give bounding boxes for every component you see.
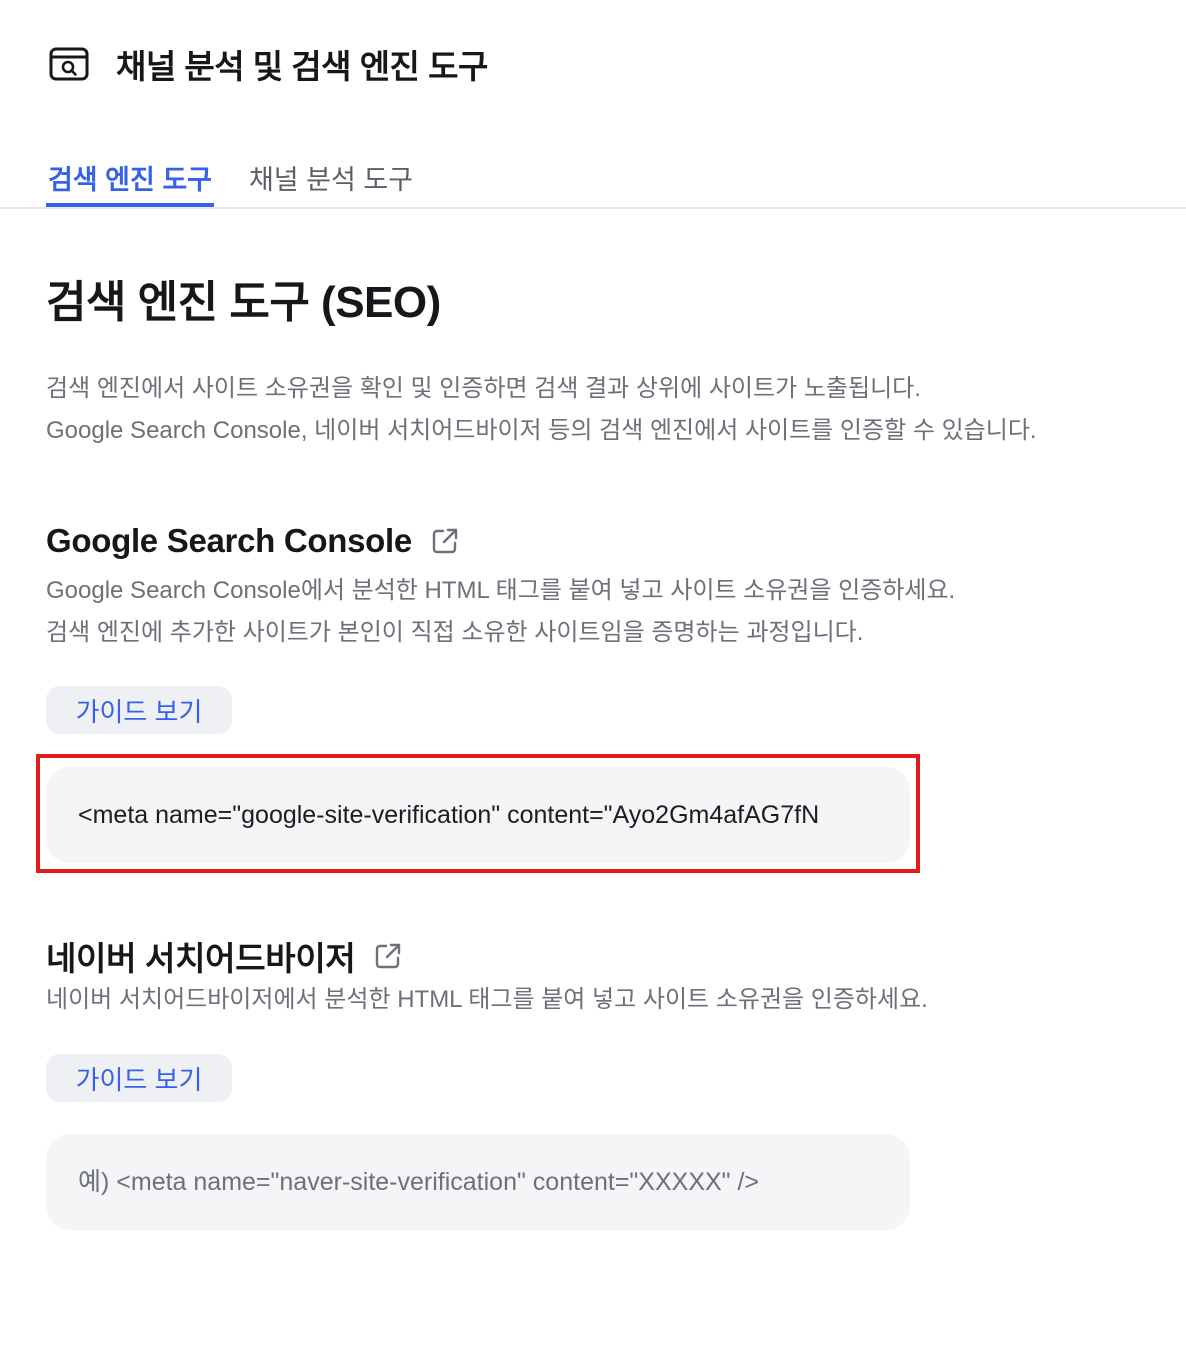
external-link-icon[interactable] (428, 524, 462, 558)
tab-search-engine-tools[interactable]: 검색 엔진 도구 (46, 150, 214, 207)
naver-section-title: 네이버 서치어드바이저 (46, 932, 405, 980)
naver-verification-field (46, 1134, 910, 1230)
google-section-title-text: Google Search Console (46, 522, 412, 559)
google-section-description: Google Search Console에서 분석한 HTML 태그를 붙여 … (46, 570, 955, 654)
tab-channel-analysis-tools[interactable]: 채널 분석 도구 (246, 150, 416, 207)
naver-section-description: 네이버 서치어드바이저에서 분석한 HTML 태그를 붙여 넣고 사이트 소유권… (46, 979, 928, 1021)
external-link-icon[interactable] (371, 939, 405, 973)
google-verification-field (46, 767, 910, 863)
naver-section-title-text: 네이버 서치어드바이저 (46, 940, 356, 977)
tab-bar: 검색 엔진 도구 채널 분석 도구 (0, 150, 1186, 209)
google-guide-button[interactable]: 가이드 보기 (46, 686, 232, 734)
intro-line-2: Google Search Console, 네이버 서치어드바이저 등의 검색… (46, 417, 1037, 444)
page-intro: 검색 엔진에서 사이트 소유권을 확인 및 인증하면 검색 결과 상위에 사이트… (46, 368, 1037, 452)
page-title: 검색 엔진 도구 (SEO) (46, 278, 441, 327)
intro-line-1: 검색 엔진에서 사이트 소유권을 확인 및 인증하면 검색 결과 상위에 사이트… (46, 375, 921, 402)
google-desc-line-2: 검색 엔진에 추가한 사이트가 본인이 직접 소유한 사이트임을 증명하는 과정… (46, 619, 864, 646)
naver-desc-line-1: 네이버 서치어드바이저에서 분석한 HTML 태그를 붙여 넣고 사이트 소유권… (46, 986, 928, 1013)
google-section-title: Google Search Console (46, 522, 462, 560)
google-verification-input[interactable] (78, 800, 878, 830)
naver-verification-input[interactable] (78, 1167, 878, 1197)
google-desc-line-1: Google Search Console에서 분석한 HTML 태그를 붙여 … (46, 577, 956, 604)
naver-guide-button[interactable]: 가이드 보기 (46, 1054, 232, 1102)
browser-search-icon (48, 43, 90, 85)
page-header: 채널 분석 및 검색 엔진 도구 (48, 40, 488, 88)
header-title: 채널 분석 및 검색 엔진 도구 (116, 48, 488, 85)
